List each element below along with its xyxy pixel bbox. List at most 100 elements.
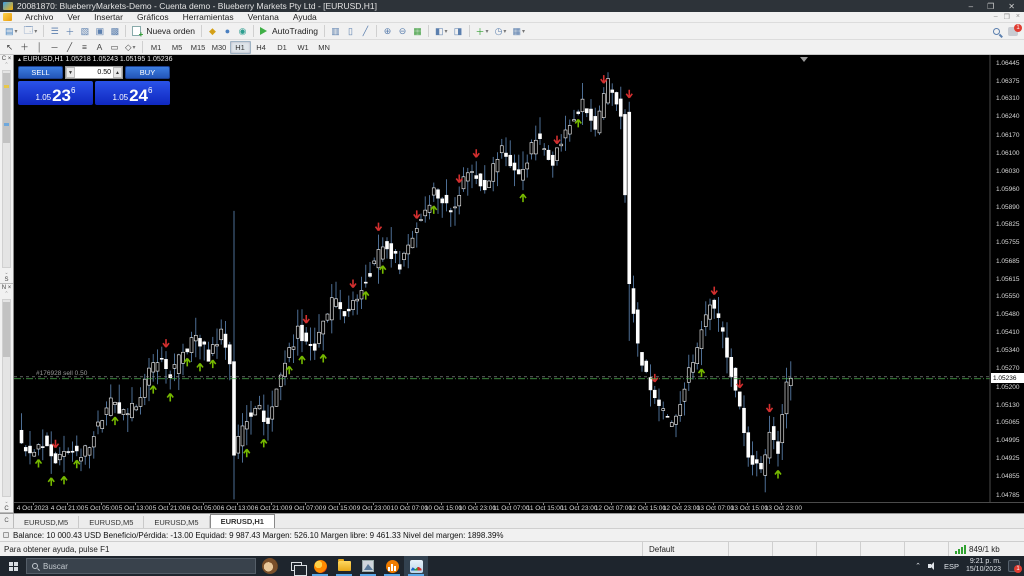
price-axis-label: 1.04785 bbox=[996, 492, 1020, 499]
search-highlight-image[interactable] bbox=[262, 558, 278, 574]
timeframe-w1[interactable]: W1 bbox=[293, 41, 314, 54]
start-button[interactable] bbox=[0, 556, 26, 576]
timeframe-h1[interactable]: H1 bbox=[230, 41, 251, 54]
text-tool-button[interactable]: A bbox=[92, 40, 107, 54]
status-bar: Para obtener ayuda, pulse F1 Default 849… bbox=[0, 541, 1024, 556]
menu-item-gráficos[interactable]: Gráficos bbox=[130, 12, 176, 22]
volume-stepper[interactable]: ▼ 0.50 ▲ bbox=[65, 66, 123, 79]
photos-app-icon[interactable] bbox=[356, 556, 380, 576]
menu-item-ventana[interactable]: Ventana bbox=[241, 12, 286, 22]
price-axis-label: 1.05130 bbox=[996, 402, 1020, 409]
menu-item-herramientas[interactable]: Herramientas bbox=[176, 12, 241, 22]
doc-restore-icon[interactable]: ❐ bbox=[1004, 13, 1010, 21]
navigator-button[interactable]: ▧ bbox=[77, 24, 92, 38]
timeframe-m30[interactable]: M30 bbox=[209, 41, 230, 54]
price-axis-label: 1.05065 bbox=[996, 419, 1020, 426]
buy-button[interactable]: BUY bbox=[125, 66, 170, 79]
line-chart-button[interactable]: ╱ bbox=[358, 24, 373, 38]
chart-tab-0[interactable]: EURUSD,M5 bbox=[14, 516, 79, 528]
templates-button[interactable]: ▦▾ bbox=[509, 24, 528, 38]
search-icon[interactable] bbox=[993, 28, 1000, 35]
profile-selector[interactable]: Default bbox=[642, 542, 728, 556]
doc-close-icon[interactable]: × bbox=[1016, 13, 1020, 21]
chart-area[interactable]: ▴EURUSD,H1 1.05218 1.05243 1.05195 1.052… bbox=[14, 55, 1024, 513]
candle-chart-button[interactable]: ▯ bbox=[343, 24, 358, 38]
tile-windows-button[interactable]: ▦ bbox=[410, 24, 425, 38]
terminal-balance-bar: Balance: 10 000.43 USD Beneficio/Pérdida… bbox=[0, 528, 1024, 541]
crosshair-tool-button[interactable]: ＋ bbox=[17, 40, 32, 54]
notification-center-icon[interactable] bbox=[1008, 560, 1020, 572]
price-axis-label: 1.05200 bbox=[996, 384, 1020, 391]
navigator-scrollbar[interactable] bbox=[2, 299, 11, 497]
strategy-tester-button[interactable]: ▩ bbox=[107, 24, 122, 38]
timeframe-m15[interactable]: M15 bbox=[188, 41, 209, 54]
menu-item-ayuda[interactable]: Ayuda bbox=[286, 12, 324, 22]
collapsed-navigator[interactable]: N ×⌃ ⌄C bbox=[0, 284, 13, 513]
menu-item-ver[interactable]: Ver bbox=[60, 12, 87, 22]
menu-item-archivo[interactable]: Archivo bbox=[18, 12, 60, 22]
horizontal-line-tool-button[interactable]: ─ bbox=[47, 40, 62, 54]
label-tool-button[interactable]: ▭ bbox=[107, 40, 122, 54]
volume-value[interactable]: 0.50 bbox=[75, 69, 113, 76]
bar-chart-button[interactable]: ▥ bbox=[328, 24, 343, 38]
timeframe-h4[interactable]: H4 bbox=[251, 41, 272, 54]
timeframe-d1[interactable]: D1 bbox=[272, 41, 293, 54]
chart-tab-2[interactable]: EURUSD,M5 bbox=[144, 516, 209, 528]
experts-button[interactable]: ● bbox=[220, 24, 235, 38]
indicators-button[interactable]: ＋▾ bbox=[473, 24, 492, 38]
notifications-icon[interactable] bbox=[1008, 27, 1018, 36]
periods-button[interactable]: ◷▾ bbox=[492, 24, 510, 38]
language-indicator[interactable]: ESP bbox=[944, 562, 959, 571]
metatrader-icon[interactable] bbox=[404, 556, 428, 576]
profiles-button[interactable]: 🗔▾ bbox=[21, 24, 41, 38]
zoom-out-icon: ⊖ bbox=[399, 26, 407, 37]
file-explorer-icon[interactable] bbox=[332, 556, 356, 576]
zoom-in-button[interactable]: ⊕ bbox=[380, 24, 395, 38]
close-icon[interactable]: ✕ bbox=[1008, 2, 1015, 11]
collapsed-market-watch[interactable]: C ×⌃ ⌄S bbox=[0, 55, 13, 284]
auto-scroll-button[interactable]: ◨ bbox=[451, 24, 466, 38]
price-axis-label: 1.04855 bbox=[996, 473, 1020, 480]
autotrading-play-icon bbox=[260, 27, 267, 35]
fibonacci-tool-button[interactable]: ≡ bbox=[77, 40, 92, 54]
menu-item-insertar[interactable]: Insertar bbox=[87, 12, 130, 22]
sell-button[interactable]: SELL bbox=[18, 66, 63, 79]
chart-tab-1[interactable]: EURUSD,M5 bbox=[79, 516, 144, 528]
new-order-button[interactable]: Nueva orden bbox=[129, 24, 198, 38]
timeframe-m1[interactable]: M1 bbox=[146, 41, 167, 54]
taskbar-search-input[interactable]: Buscar bbox=[26, 558, 256, 574]
restore-icon[interactable]: ❐ bbox=[987, 2, 994, 11]
market-watch-button[interactable]: ☰ bbox=[47, 24, 62, 38]
shapes-tool-button[interactable]: ◇▾ bbox=[122, 40, 139, 54]
sell-price-button[interactable]: 1.05 23 6 bbox=[18, 81, 93, 105]
timeframe-mn[interactable]: MN bbox=[314, 41, 335, 54]
terminal-panel-button[interactable]: ▣ bbox=[92, 24, 107, 38]
chart-shift-button[interactable]: ◧▾ bbox=[432, 24, 451, 38]
chart-tab-3[interactable]: EURUSD,H1 bbox=[210, 514, 275, 528]
trendline-tool-button[interactable]: ╱ bbox=[62, 40, 77, 54]
candlestick-chart[interactable] bbox=[14, 55, 1023, 502]
timeframe-m5[interactable]: M5 bbox=[167, 41, 188, 54]
vertical-line-tool-button[interactable]: │ bbox=[32, 40, 47, 54]
chart-shift-marker[interactable] bbox=[800, 57, 808, 62]
buy-price-button[interactable]: 1.05 24 6 bbox=[95, 81, 170, 105]
task-view-button[interactable] bbox=[284, 556, 308, 576]
data-window-button[interactable]: ＋ bbox=[62, 24, 77, 38]
firefox-icon[interactable] bbox=[308, 556, 332, 576]
windows-taskbar: Buscar ⌃ ESP 9:21 p. m.15/10/2023 bbox=[0, 556, 1024, 576]
doc-minimize-icon[interactable]: – bbox=[994, 13, 998, 21]
metaeditor-button[interactable]: ◆ bbox=[205, 24, 220, 38]
zoom-out-button[interactable]: ⊖ bbox=[395, 24, 410, 38]
speaker-icon[interactable] bbox=[928, 562, 937, 570]
volume-decrease-icon[interactable]: ▼ bbox=[66, 67, 75, 78]
clock[interactable]: 9:21 p. m.15/10/2023 bbox=[966, 558, 1001, 574]
market-watch-scrollbar[interactable] bbox=[2, 70, 11, 268]
new-chart-button[interactable]: ▤▾ bbox=[2, 24, 21, 38]
community-button[interactable]: ◉ bbox=[235, 24, 250, 38]
cursor-tool-button[interactable]: ↖ bbox=[2, 40, 17, 54]
autotrading-button[interactable]: AutoTrading bbox=[257, 24, 321, 38]
volume-increase-icon[interactable]: ▲ bbox=[113, 67, 122, 78]
trading-app-icon[interactable] bbox=[380, 556, 404, 576]
minimize-icon[interactable]: – bbox=[969, 2, 973, 11]
tray-chevron-icon[interactable]: ⌃ bbox=[915, 562, 921, 570]
